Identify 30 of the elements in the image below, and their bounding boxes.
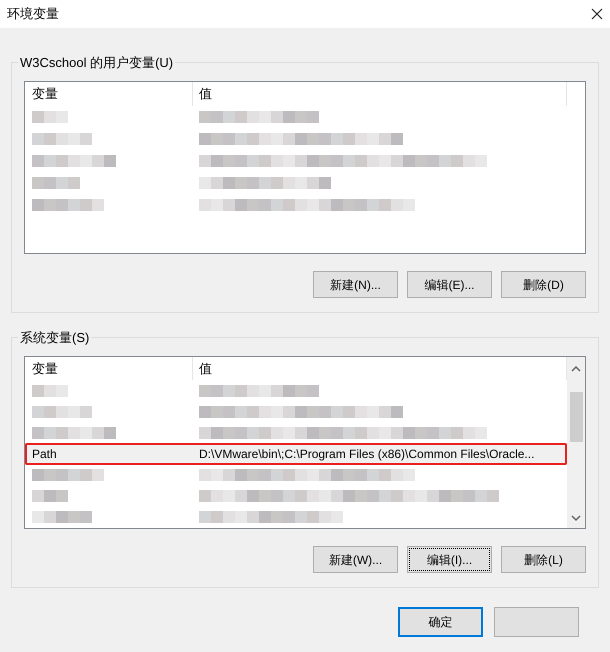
redacted-text (32, 469, 104, 482)
dialog-button[interactable]: 编辑(E)... (407, 271, 492, 298)
group-label: W3Cschool 的用户变量(U) (18, 54, 176, 72)
dialog-button[interactable]: 删除(L) (501, 546, 586, 573)
column-header[interactable]: 值 (193, 82, 567, 106)
scroll-down-icon[interactable] (571, 515, 581, 522)
redacted-text (32, 199, 104, 211)
redacted-text (32, 177, 80, 189)
redacted-text (32, 511, 92, 524)
dialog-button[interactable]: 编辑(I)... (407, 546, 492, 573)
scrollbar-thumb[interactable] (570, 392, 582, 442)
dialog-button[interactable]: 删除(D) (501, 271, 586, 298)
variable-row[interactable]: Path D:\VMware\bin\;C:\Program Files (x86)\Common Files\Oracle... (25, 443, 567, 465)
column-header[interactable]: 变量 (25, 357, 193, 380)
redacted-text (32, 490, 68, 502)
redacted-text (32, 133, 92, 145)
redacted-text (32, 111, 68, 123)
variable-name: Path (31, 446, 58, 464)
redacted-text (32, 384, 68, 397)
ok-button[interactable]: 确定 (398, 607, 483, 637)
scroll-up-icon[interactable] (571, 365, 581, 372)
dialog-button[interactable]: 新建(W)... (313, 546, 398, 573)
redacted-text (32, 406, 92, 418)
variable-value: D:\VMware\bin\;C:\Program Files (x86)\Common Files\Oracle... (198, 446, 536, 464)
dialog-button[interactable]: 新建(N)... (313, 271, 398, 298)
column-header[interactable]: 变量 (25, 82, 193, 106)
scrollbar[interactable] (567, 357, 585, 528)
window-title: 环境变量 (7, 5, 59, 24)
group-label: 系统变量(S) (18, 329, 92, 347)
close-icon[interactable] (591, 8, 603, 20)
